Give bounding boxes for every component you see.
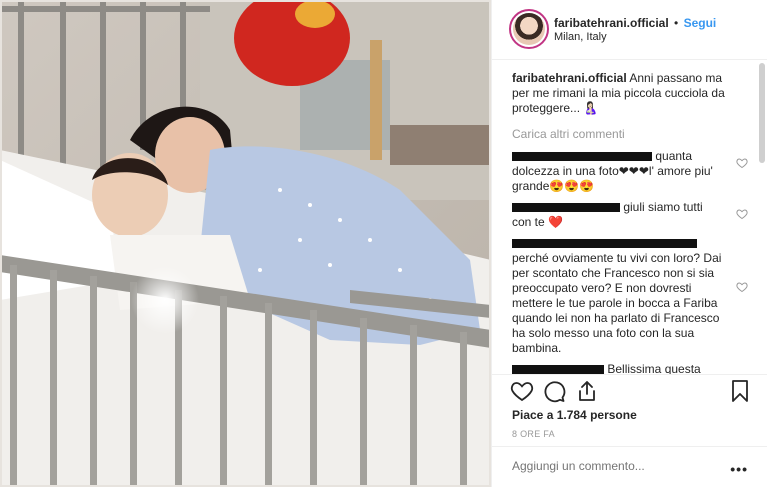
load-more-comments-button[interactable]: Carica altri commenti <box>512 127 754 141</box>
heart-icon[interactable] <box>510 379 534 403</box>
comment-like-heart-icon[interactable] <box>736 281 748 293</box>
header-username[interactable]: faribatehrani.official <box>554 16 669 30</box>
avatar-image <box>513 13 545 45</box>
profile-avatar[interactable] <box>509 9 549 49</box>
caption-username[interactable]: faribatehrani.official <box>512 71 627 85</box>
comment-item: quanta dolcezza in una foto❤❤❤l' amore p… <box>512 149 748 194</box>
hospital-photo-illustration <box>0 0 491 487</box>
comment-item: perché ovviamente tu vivi con loro? Dai … <box>512 236 748 356</box>
share-icon[interactable] <box>575 379 599 403</box>
post-side-panel: faribatehrani.official • Segui Milan, It… <box>491 0 767 487</box>
header-user-line: faribatehrani.official • Segui <box>554 16 716 30</box>
add-comment-bar: ••• <box>492 446 767 487</box>
redacted-username <box>512 152 652 162</box>
comment-item: Bellissima questa <box>512 362 724 374</box>
comment-like-heart-icon[interactable] <box>736 208 748 220</box>
comment-item: giuli siamo tutti con te ❤️ <box>512 200 748 230</box>
post-timestamp[interactable]: 8 ORE FA <box>512 429 555 439</box>
post-photo[interactable] <box>0 0 491 487</box>
redacted-username <box>512 239 697 249</box>
bookmark-icon[interactable] <box>728 379 752 403</box>
header-separator: • <box>674 16 679 30</box>
instagram-post: faribatehrani.official • Segui Milan, It… <box>0 0 767 487</box>
comment-icon[interactable] <box>542 379 566 403</box>
more-options-button[interactable]: ••• <box>730 461 748 477</box>
comments-section[interactable]: faribatehrani.official Anni passano ma p… <box>492 61 767 374</box>
action-bar <box>492 374 767 404</box>
location-link[interactable]: Milan, Italy <box>554 31 607 43</box>
post-header: faribatehrani.official • Segui Milan, It… <box>492 0 767 60</box>
redacted-username <box>512 203 620 213</box>
comments-scrollbar[interactable] <box>759 63 765 163</box>
post-caption: faribatehrani.official Anni passano ma p… <box>512 71 737 116</box>
comment-like-heart-icon[interactable] <box>736 157 748 169</box>
follow-button[interactable]: Segui <box>684 16 717 30</box>
comment-text: Bellissima questa <box>607 362 701 374</box>
add-comment-input[interactable] <box>512 459 722 473</box>
redacted-username <box>512 365 604 374</box>
likes-count[interactable]: Piace a 1.784 persone <box>512 408 637 422</box>
comment-text: perché ovviamente tu vivi con loro? Dai … <box>512 251 722 355</box>
